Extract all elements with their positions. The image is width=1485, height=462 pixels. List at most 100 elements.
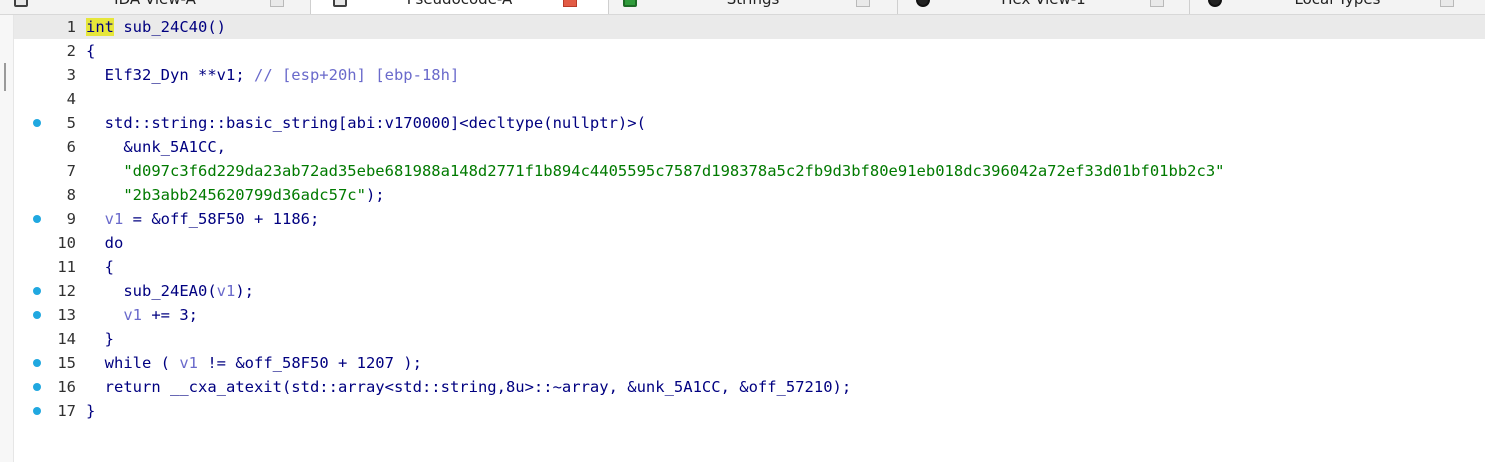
code-text[interactable]: return __cxa_atexit(std::array<std::stri… xyxy=(86,375,852,399)
code-text[interactable]: do xyxy=(86,231,124,255)
code-token: += 3; xyxy=(142,306,198,324)
code-text[interactable]: Elf32_Dyn **v1; // [esp+20h] [ebp-18h] xyxy=(86,63,460,87)
code-token: = &off_58F50 + 1186; xyxy=(123,210,320,228)
code-line[interactable]: 5 std::string::basic_string[abi:v170000]… xyxy=(14,111,1485,135)
keyword-token: int xyxy=(86,18,114,36)
line-number: 2 xyxy=(66,42,76,60)
line-number: 6 xyxy=(66,138,76,156)
tab-label: IDA View-A xyxy=(0,0,310,8)
code-token: std::string::basic_string[abi:v170000]<d… xyxy=(104,114,646,132)
code-token: { xyxy=(104,258,115,276)
code-text[interactable]: v1 += 3; xyxy=(86,303,198,327)
code-line[interactable]: 10 do xyxy=(14,231,1485,255)
code-text[interactable]: "2b3abb245620799d36adc57c"); xyxy=(86,183,385,207)
line-number: 9 xyxy=(66,210,76,228)
line-number: 13 xyxy=(57,306,76,324)
code-line[interactable]: 6 &unk_5A1CC, xyxy=(14,135,1485,159)
code-token: } xyxy=(86,402,96,420)
line-number: 1 xyxy=(66,18,76,36)
function-name-token: sub_24C40 xyxy=(123,18,208,36)
pseudocode-editor[interactable]: 1 int sub_24C40() 2{3 Elf32_Dyn **v1; // [… xyxy=(14,15,1485,462)
left-gutter-strip xyxy=(0,15,14,462)
code-token: } xyxy=(104,330,115,348)
code-token: sub_24EA0( xyxy=(123,282,217,300)
breakpoint-dot-icon[interactable] xyxy=(33,311,41,319)
variable-token: v1 xyxy=(216,282,236,300)
code-line[interactable]: 14 } xyxy=(14,327,1485,351)
code-text[interactable]: sub_24EA0(v1); xyxy=(86,279,254,303)
code-token: return __cxa_atexit(std::array<std::stri… xyxy=(104,378,852,396)
tab-close-icon[interactable] xyxy=(856,0,870,7)
code-text[interactable]: while ( v1 != &off_58F50 + 1207 ); xyxy=(86,351,422,375)
tab-bar: IDA View-APseudocode-AStringsHex View-1L… xyxy=(0,0,1485,15)
tab-ida-view-a[interactable]: IDA View-A xyxy=(0,0,311,14)
tab-label: Strings xyxy=(609,0,897,8)
code-text[interactable]: } xyxy=(86,327,114,351)
code-text[interactable]: "d097c3f6d229da23ab72ad35ebe681988a148d2… xyxy=(86,159,1224,183)
code-line[interactable]: 11 { xyxy=(14,255,1485,279)
code-line[interactable]: 9 v1 = &off_58F50 + 1186; xyxy=(14,207,1485,231)
breakpoint-dot-icon[interactable] xyxy=(33,383,41,391)
line-number: 10 xyxy=(57,234,76,252)
code-token: &unk_5A1CC, xyxy=(123,138,226,156)
tab-close-icon[interactable] xyxy=(1150,0,1164,7)
variable-token: v1 xyxy=(104,210,124,228)
code-token: () xyxy=(207,18,227,36)
tab-close-icon[interactable] xyxy=(563,0,577,7)
code-line[interactable]: 8 "2b3abb245620799d36adc57c"); xyxy=(14,183,1485,207)
line-number: 11 xyxy=(57,258,76,276)
breakpoint-dot-icon[interactable] xyxy=(33,215,41,223)
scroll-marker[interactable] xyxy=(4,63,6,91)
line-number: 16 xyxy=(57,378,76,396)
code-token: != &off_58F50 + 1207 ); xyxy=(198,354,422,372)
code-text[interactable]: { xyxy=(86,255,114,279)
tab-local-types[interactable]: Local Types xyxy=(1190,0,1485,14)
code-line[interactable]: 4 xyxy=(14,87,1485,111)
code-token: ); xyxy=(365,186,385,204)
code-text[interactable]: &unk_5A1CC, xyxy=(86,135,226,159)
tab-hex-view-1[interactable]: Hex View-1 xyxy=(898,0,1190,14)
code-token: while ( xyxy=(104,354,180,372)
code-text[interactable]: std::string::basic_string[abi:v170000]<d… xyxy=(86,111,646,135)
breakpoint-dot-icon[interactable] xyxy=(33,287,41,295)
code-line[interactable]: 1 int sub_24C40() xyxy=(14,15,1485,39)
line-number: 17 xyxy=(57,402,76,420)
code-text[interactable]: } xyxy=(86,399,95,423)
code-line[interactable]: 7 "d097c3f6d229da23ab72ad35ebe681988a148… xyxy=(14,159,1485,183)
line-number: 3 xyxy=(66,66,76,84)
code-line[interactable]: 2{ xyxy=(14,39,1485,63)
code-line[interactable]: 15 while ( v1 != &off_58F50 + 1207 ); xyxy=(14,351,1485,375)
line-number: 12 xyxy=(57,282,76,300)
code-line[interactable]: 12 sub_24EA0(v1); xyxy=(14,279,1485,303)
tab-close-icon[interactable] xyxy=(1440,0,1454,7)
code-token: do xyxy=(104,234,124,252)
tab-strings[interactable]: Strings xyxy=(609,0,898,14)
code-text[interactable]: { xyxy=(86,39,95,63)
code-text[interactable]: int sub_24C40() xyxy=(86,15,226,39)
code-line[interactable]: 17} xyxy=(14,399,1485,423)
string-literal-token: "d097c3f6d229da23ab72ad35ebe681988a148d2… xyxy=(123,162,1225,180)
code-line[interactable]: 13 v1 += 3; xyxy=(14,303,1485,327)
comment-token: // [esp+20h] [ebp-18h] xyxy=(253,66,460,84)
breakpoint-dot-icon[interactable] xyxy=(33,359,41,367)
tab-close-icon[interactable] xyxy=(270,0,284,7)
code-line[interactable]: 3 Elf32_Dyn **v1; // [esp+20h] [ebp-18h] xyxy=(14,63,1485,87)
breakpoint-dot-icon[interactable] xyxy=(33,119,41,127)
code-text[interactable]: v1 = &off_58F50 + 1186; xyxy=(86,207,320,231)
breakpoint-dot-icon[interactable] xyxy=(33,407,41,415)
code-token: { xyxy=(86,42,96,60)
code-line[interactable]: 16 return __cxa_atexit(std::array<std::s… xyxy=(14,375,1485,399)
code-token: Elf32_Dyn **v1; xyxy=(104,66,254,84)
line-number: 4 xyxy=(66,90,76,108)
tab-pseudocode-a[interactable]: Pseudocode-A xyxy=(311,0,609,14)
